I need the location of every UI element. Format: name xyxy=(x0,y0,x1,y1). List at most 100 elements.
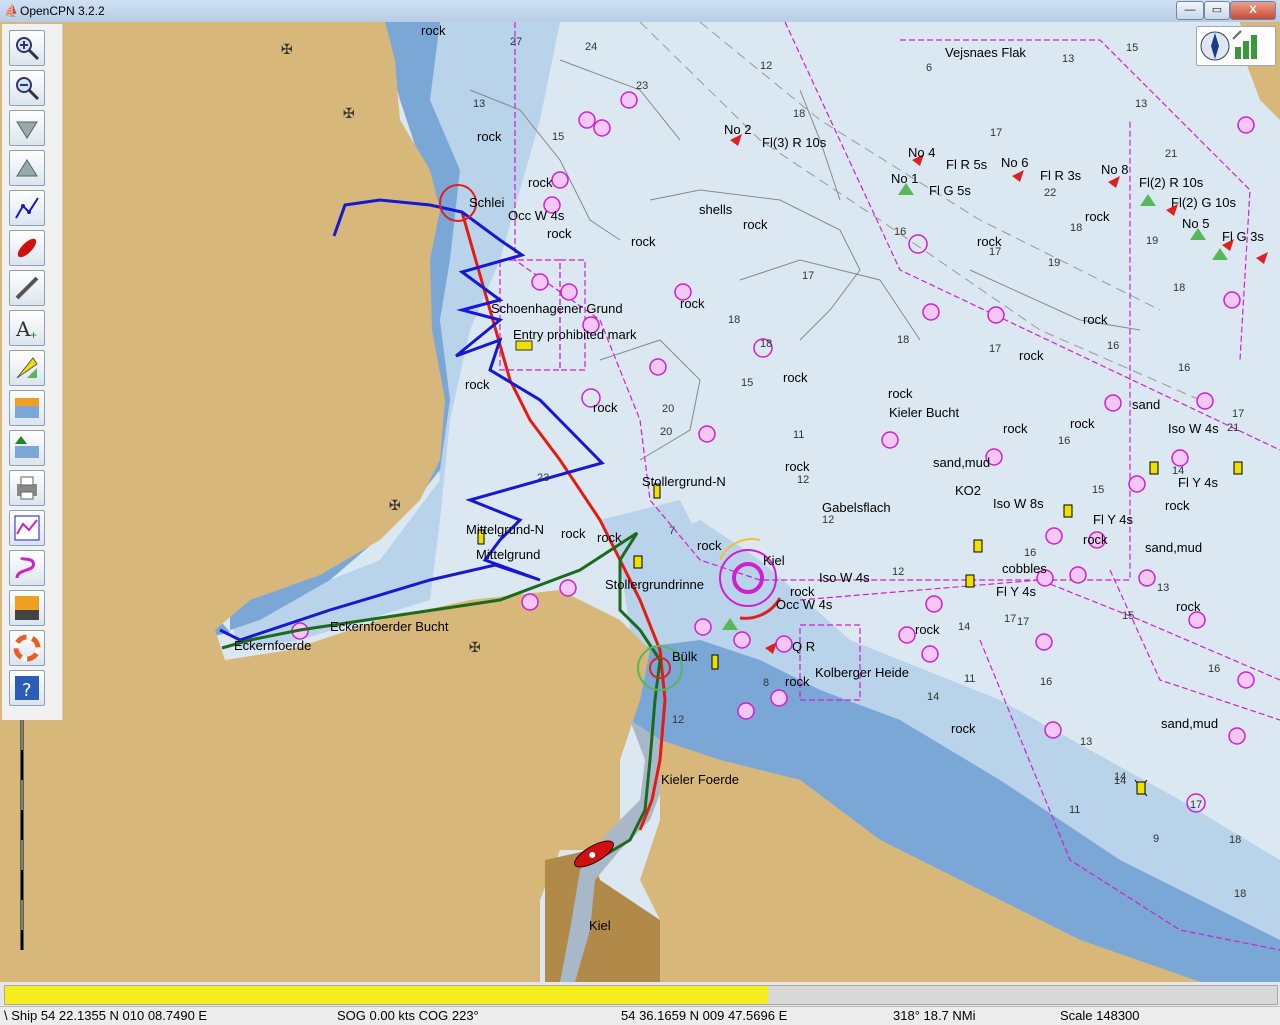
sounding: 21 xyxy=(1227,422,1240,434)
print-button[interactable] xyxy=(9,470,45,506)
zoom-in-button[interactable] xyxy=(9,30,45,66)
place-label-kolberger-heide: Kolberger Heide xyxy=(815,665,909,680)
close-button[interactable]: X xyxy=(1230,1,1276,20)
route-manager-button[interactable] xyxy=(9,510,45,546)
mob-icon xyxy=(13,634,41,662)
minimize-button[interactable]: — xyxy=(1176,1,1204,20)
buoy-label-no6: No 6 xyxy=(1001,155,1029,170)
track-button[interactable] xyxy=(9,550,45,586)
options-button[interactable] xyxy=(9,270,45,306)
rock-label: rock xyxy=(1070,416,1095,431)
color-scheme-button[interactable] xyxy=(9,590,45,626)
zoom-in-icon xyxy=(16,37,40,61)
rock-label: rock xyxy=(597,530,622,545)
scale-down-icon xyxy=(16,121,38,139)
light-label-fl-g-3s: Fl G 3s xyxy=(1222,229,1264,244)
place-label-stollergrundrinne: Stollergrundrinne xyxy=(605,577,705,592)
scale-up-icon xyxy=(16,159,38,177)
sounding: 15 xyxy=(552,131,565,143)
light-label-iso-east: Iso W 4s xyxy=(1168,421,1219,436)
mark-label-entry-prohibited: Entry prohibited mark xyxy=(513,327,637,342)
sounding: 13 xyxy=(1080,736,1093,748)
sounding: 18 xyxy=(728,314,741,326)
scale-in-button[interactable] xyxy=(9,110,45,146)
chart-svg: ✠ ✠ ✠ ✠ xyxy=(0,22,1280,982)
compass-widget[interactable] xyxy=(1196,26,1276,66)
zoom-out-icon xyxy=(16,77,40,101)
sounding: 23 xyxy=(537,472,550,484)
sounding: 11 xyxy=(793,429,805,441)
chart-canvas[interactable]: ✠ ✠ ✠ ✠ Vejsnaes Flak Schlei Occ W 4s Scho… xyxy=(0,22,1280,982)
rock-label: rock xyxy=(790,584,815,599)
mob-button[interactable] xyxy=(9,630,45,666)
print-icon xyxy=(17,476,37,500)
light-label-fl-y-1: Fl Y 4s xyxy=(1178,475,1218,490)
rock-label: rock xyxy=(593,400,618,415)
sounding: 15 xyxy=(1122,610,1135,622)
window-title: OpenCPN 3.2.2 xyxy=(20,4,105,18)
rock-label: rock xyxy=(561,526,586,541)
tide-button[interactable] xyxy=(9,390,45,426)
sounding: 14 xyxy=(927,691,940,703)
text-button[interactable]: A + xyxy=(9,310,45,346)
rock-label: rock xyxy=(1083,312,1108,327)
sounding: 17 xyxy=(802,270,815,282)
sounding: 18 xyxy=(1173,282,1186,294)
create-route-button[interactable] xyxy=(9,190,45,226)
mark-icon xyxy=(16,357,38,379)
rock-label: rock xyxy=(528,175,553,190)
rock-label: rock xyxy=(888,386,913,401)
auto-follow-button[interactable] xyxy=(9,230,45,266)
sounding: 14 xyxy=(1114,775,1127,787)
route-manager-icon xyxy=(14,515,40,541)
light-label-fl2-g: Fl(2) G 10s xyxy=(1171,195,1237,210)
zoom-out-button[interactable] xyxy=(9,70,45,106)
scale-out-button[interactable] xyxy=(9,150,45,186)
sounding: 23 xyxy=(636,80,649,92)
rock-label: rock xyxy=(547,226,572,241)
maximize-button[interactable]: ▭ xyxy=(1204,1,1230,20)
sounding: 17 xyxy=(989,343,1002,355)
measure-icon xyxy=(15,276,39,300)
help-icon: ? xyxy=(15,676,39,701)
light-label-fl3-r: Fl(3) R 10s xyxy=(762,135,827,150)
color-scheme-icon xyxy=(15,596,39,620)
main-toolbar: A + ? xyxy=(2,24,63,720)
progress-bar xyxy=(4,985,1278,1005)
buoy-label-no1: No 1 xyxy=(891,171,919,186)
place-label-kieler-bucht: Kieler Bucht xyxy=(889,405,960,420)
current-button[interactable] xyxy=(9,430,45,466)
seabed-label-shells: shells xyxy=(699,202,733,217)
rock-label: rock xyxy=(1003,421,1028,436)
rock-label: rock xyxy=(951,721,976,736)
mark-button[interactable] xyxy=(9,350,45,386)
help-button[interactable]: ? xyxy=(9,670,45,706)
rock-label: rock xyxy=(915,622,940,637)
sounding: 6 xyxy=(926,62,933,74)
light-label-fl-r-3s: Fl R 3s xyxy=(1040,168,1082,183)
status-bar: \ Ship 54 22.1355 N 010 08.7490 E SOG 0.… xyxy=(0,1006,1280,1025)
sounding: 22 xyxy=(1044,187,1057,199)
buoy-label-no2: No 2 xyxy=(724,122,752,137)
buoy-label-ko2: KO2 xyxy=(955,483,982,498)
buoy-label-no4: No 4 xyxy=(908,145,936,160)
status-scale: Scale 148300 xyxy=(1060,1008,1140,1023)
track-icon xyxy=(15,556,35,579)
rock-label: rock xyxy=(1176,599,1201,614)
seabed-label-sand-mud-1: sand,mud xyxy=(933,455,991,470)
title-bar: ⛵ OpenCPN 3.2.2 — ▭ X xyxy=(0,0,1280,23)
sounding: 12 xyxy=(892,566,905,578)
ship-icon xyxy=(17,238,37,258)
sounding: 9 xyxy=(1153,833,1160,845)
sounding: 13 xyxy=(473,98,486,110)
text-icon: A + xyxy=(15,317,37,342)
rock-label: rock xyxy=(477,129,502,144)
svg-text:✠: ✠ xyxy=(281,42,293,58)
sounding: 21 xyxy=(1165,148,1178,160)
light-label-fl-y-3: Fl Y 4s xyxy=(996,584,1036,599)
sounding: 11 xyxy=(964,673,976,685)
svg-text:+: + xyxy=(30,328,37,342)
sounding: 13 xyxy=(1135,98,1148,110)
place-label-stollergrund-n: Stollergrund-N xyxy=(642,474,726,489)
rock-label: rock xyxy=(631,234,656,249)
